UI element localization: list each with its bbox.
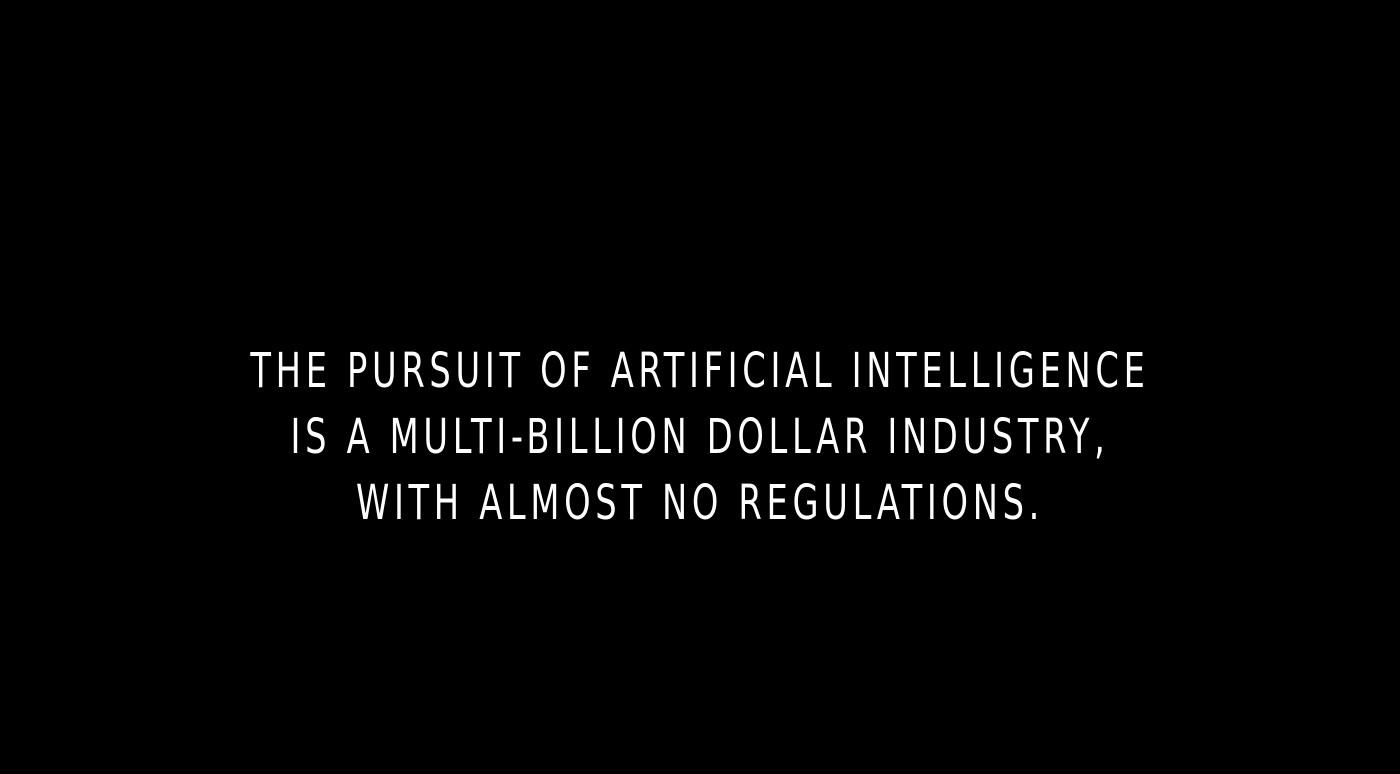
caption-line-1: THE PURSUIT OF ARTIFICIAL INTELLIGENCE <box>250 343 1150 399</box>
caption-text-block: THE PURSUIT OF ARTIFICIAL INTELLIGENCE I… <box>0 338 1400 536</box>
caption-line-2: IS A MULTI-BILLION DOLLAR INDUSTRY, <box>290 409 1110 465</box>
title-card: THE PURSUIT OF ARTIFICIAL INTELLIGENCE I… <box>0 0 1400 774</box>
caption-line-3: WITH ALMOST NO REGULATIONS. <box>355 475 1045 531</box>
